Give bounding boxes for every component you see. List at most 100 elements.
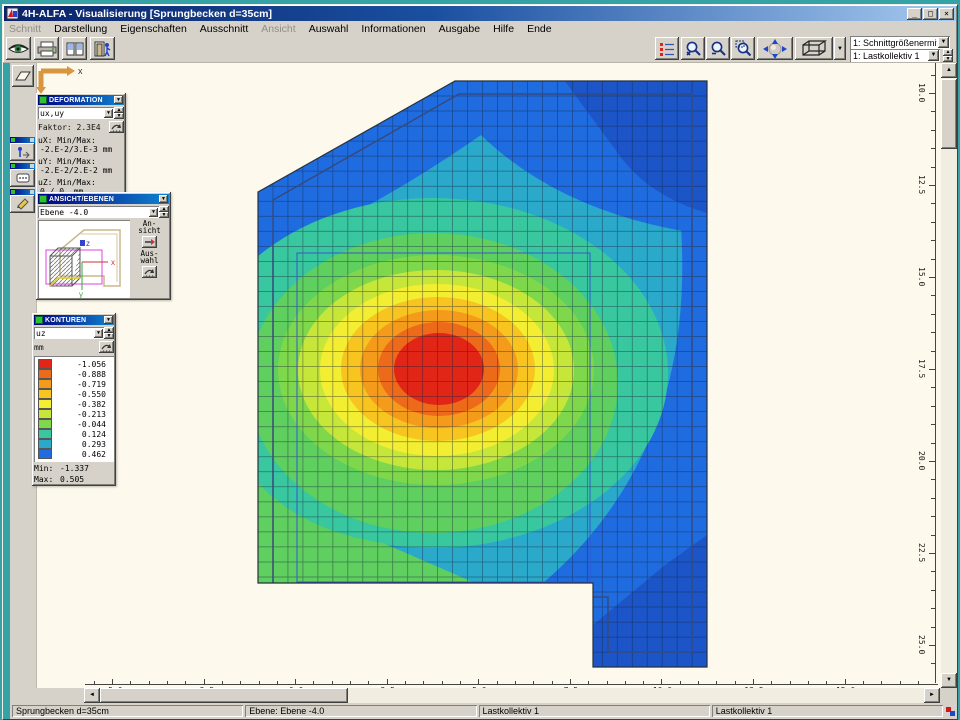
menu-item-ende[interactable]: Ende <box>527 23 552 35</box>
menu-item-auswahl[interactable]: Auswahl <box>309 23 349 35</box>
ruler-bottom-line <box>85 684 938 685</box>
konturen-selector[interactable]: uz ▼ <box>34 327 104 339</box>
deformation-selector[interactable]: ux,uy ▼ <box>38 107 114 119</box>
menu-item-darstellung[interactable]: Darstellung <box>54 23 107 35</box>
ruler-tick <box>826 681 827 684</box>
scroll-left-icon[interactable]: ◄ <box>84 688 100 703</box>
konturen-titlebar[interactable]: KONTUREN ▼ <box>34 315 114 325</box>
contour-legend: -1.056-0.888-0.719-0.550-0.382-0.213-0.0… <box>34 356 114 462</box>
scroll-right-icon[interactable]: ► <box>924 688 940 703</box>
spinner-down-icon[interactable]: ▼ <box>159 212 169 218</box>
chevron-down-icon[interactable]: ▼ <box>104 109 113 118</box>
menu-item-eigenschaften[interactable]: Eigenschaften <box>120 23 187 35</box>
zoom-in-button[interactable] <box>681 37 705 60</box>
exit-button[interactable] <box>90 37 115 60</box>
legend-list-button[interactable] <box>655 37 679 60</box>
panel-close-icon[interactable]: ▼ <box>159 195 168 203</box>
plane-preview[interactable]: x y z <box>38 220 130 298</box>
apply-factor-button[interactable] <box>109 121 124 133</box>
auswahl-apply-button[interactable] <box>142 266 157 278</box>
spinner-down-icon[interactable]: ▼ <box>114 113 124 119</box>
view-cube-dropdown[interactable]: ▼ <box>834 37 846 60</box>
panel-close-icon[interactable]: ▼ <box>104 316 113 324</box>
minimize-button[interactable]: _ <box>907 8 922 20</box>
legend-row: -0.044 <box>36 419 112 429</box>
pages-button[interactable] <box>62 37 87 60</box>
zoom-out-button[interactable] <box>706 37 730 60</box>
ansicht-titlebar[interactable]: ANSICHT/EBENEN ▼ <box>38 194 169 204</box>
vscroll-thumb[interactable] <box>941 79 957 149</box>
measure-tool-button[interactable] <box>10 195 35 213</box>
mini-toolbar-measure[interactable] <box>10 189 35 213</box>
panel-close-icon[interactable]: ▼ <box>114 96 123 104</box>
view-cube-button[interactable] <box>795 37 833 60</box>
ruler-tick <box>497 681 498 684</box>
info-tool-button[interactable] <box>10 143 35 161</box>
ansicht-apply-button[interactable] <box>142 236 157 248</box>
spinner-down-icon[interactable]: ▼ <box>943 56 953 63</box>
ruler-tick <box>931 314 935 315</box>
ebene-selector[interactable]: Ebene -4.0 ▼ <box>38 206 159 218</box>
zoom-window-button[interactable] <box>731 37 755 60</box>
legend-row: -0.888 <box>36 369 112 379</box>
print-button[interactable] <box>34 37 59 60</box>
deformation-titlebar[interactable]: DEFORMATION ▼ <box>38 95 124 105</box>
ruler-tick <box>918 681 919 684</box>
chevron-down-icon[interactable]: ▼ <box>938 37 949 48</box>
spinner-down-icon[interactable]: ▼ <box>104 333 114 339</box>
plane-icon <box>15 70 31 82</box>
lastkollektiv-combo[interactable]: 1: Lastkollektiv 1 ▼ <box>850 49 940 62</box>
horizontal-scrollbar[interactable]: ◄ ► <box>3 688 957 703</box>
ansicht-title: ANSICHT/EBENEN <box>49 196 159 203</box>
ruler-tick <box>423 681 424 684</box>
mini-toolbar-coords[interactable] <box>10 163 35 187</box>
deformation-panel[interactable]: DEFORMATION ▼ ux,uy ▼ ▲ ▼ Faktor: 2.3E4 <box>36 93 126 198</box>
view-settings-button[interactable] <box>6 37 31 60</box>
ruler-tick <box>931 535 935 536</box>
vertical-scrollbar[interactable]: ▲ ▼ <box>941 63 957 688</box>
coords-tool-button[interactable] <box>10 169 35 187</box>
ruler-tick <box>332 681 333 684</box>
chevron-down-icon[interactable]: ▼ <box>149 208 158 217</box>
konturen-spinner[interactable]: ▲ ▼ <box>104 327 114 339</box>
mini-titlebar[interactable] <box>10 137 35 143</box>
konturen-panel[interactable]: KONTUREN ▼ uz ▼ ▲ ▼ mm <box>32 313 116 486</box>
statusbar-field-0: Sprungbecken d=35cm <box>12 705 243 717</box>
ebene-spinner[interactable]: ▲ ▼ <box>159 206 169 218</box>
ruler-tick <box>771 681 772 684</box>
legend-swatch <box>38 389 52 399</box>
preview-y-label: y <box>79 290 83 298</box>
hscroll-thumb[interactable] <box>100 688 348 703</box>
mini-toolbar-info[interactable] <box>10 137 35 161</box>
menu-item-ausschnitt[interactable]: Ausschnitt <box>200 23 248 35</box>
chevron-down-icon[interactable]: ▼ <box>928 50 939 61</box>
drawing-area[interactable]: x <box>3 63 957 688</box>
mini-titlebar[interactable] <box>10 189 35 195</box>
menu-item-informationen[interactable]: Informationen <box>361 23 425 35</box>
ruler-tick <box>931 443 935 444</box>
scroll-up-icon[interactable]: ▲ <box>941 63 957 78</box>
menu-item-ausgabe[interactable]: Ausgabe <box>439 23 480 35</box>
lastkollektiv-spinner[interactable]: ▲ ▼ <box>943 49 953 62</box>
axis-indicator: x <box>33 63 83 95</box>
desktop-strip <box>3 703 10 719</box>
ruler-tick <box>570 679 571 684</box>
pan-control[interactable] <box>757 37 793 60</box>
legend-swatch <box>38 379 52 389</box>
schnittgroessen-combo[interactable]: 1: Schnittgrößenermittlung ▼ <box>850 36 950 49</box>
mini-titlebar[interactable] <box>10 163 35 169</box>
ansicht-ebenen-panel[interactable]: ANSICHT/EBENEN ▼ Ebene -4.0 ▼ ▲ ▼ <box>36 192 171 300</box>
desktop-strip <box>3 688 10 703</box>
title-bar[interactable]: 4H-ALFA - Visualisierung [Sprungbecken d… <box>4 6 956 21</box>
maximize-button[interactable]: □ <box>923 8 938 20</box>
auswahl-label: Aus- wahl <box>140 250 158 264</box>
konturen-apply-button[interactable] <box>99 341 114 353</box>
plane-select-button[interactable] <box>12 65 34 87</box>
ruler-tick <box>460 681 461 684</box>
menu-item-hilfe[interactable]: Hilfe <box>493 23 514 35</box>
deformation-spinner[interactable]: ▲ ▼ <box>114 107 124 119</box>
chevron-down-icon[interactable]: ▼ <box>94 329 103 338</box>
close-button[interactable]: × <box>939 8 954 20</box>
scroll-down-icon[interactable]: ▼ <box>941 673 957 688</box>
fem-contour-plot[interactable] <box>3 63 957 688</box>
